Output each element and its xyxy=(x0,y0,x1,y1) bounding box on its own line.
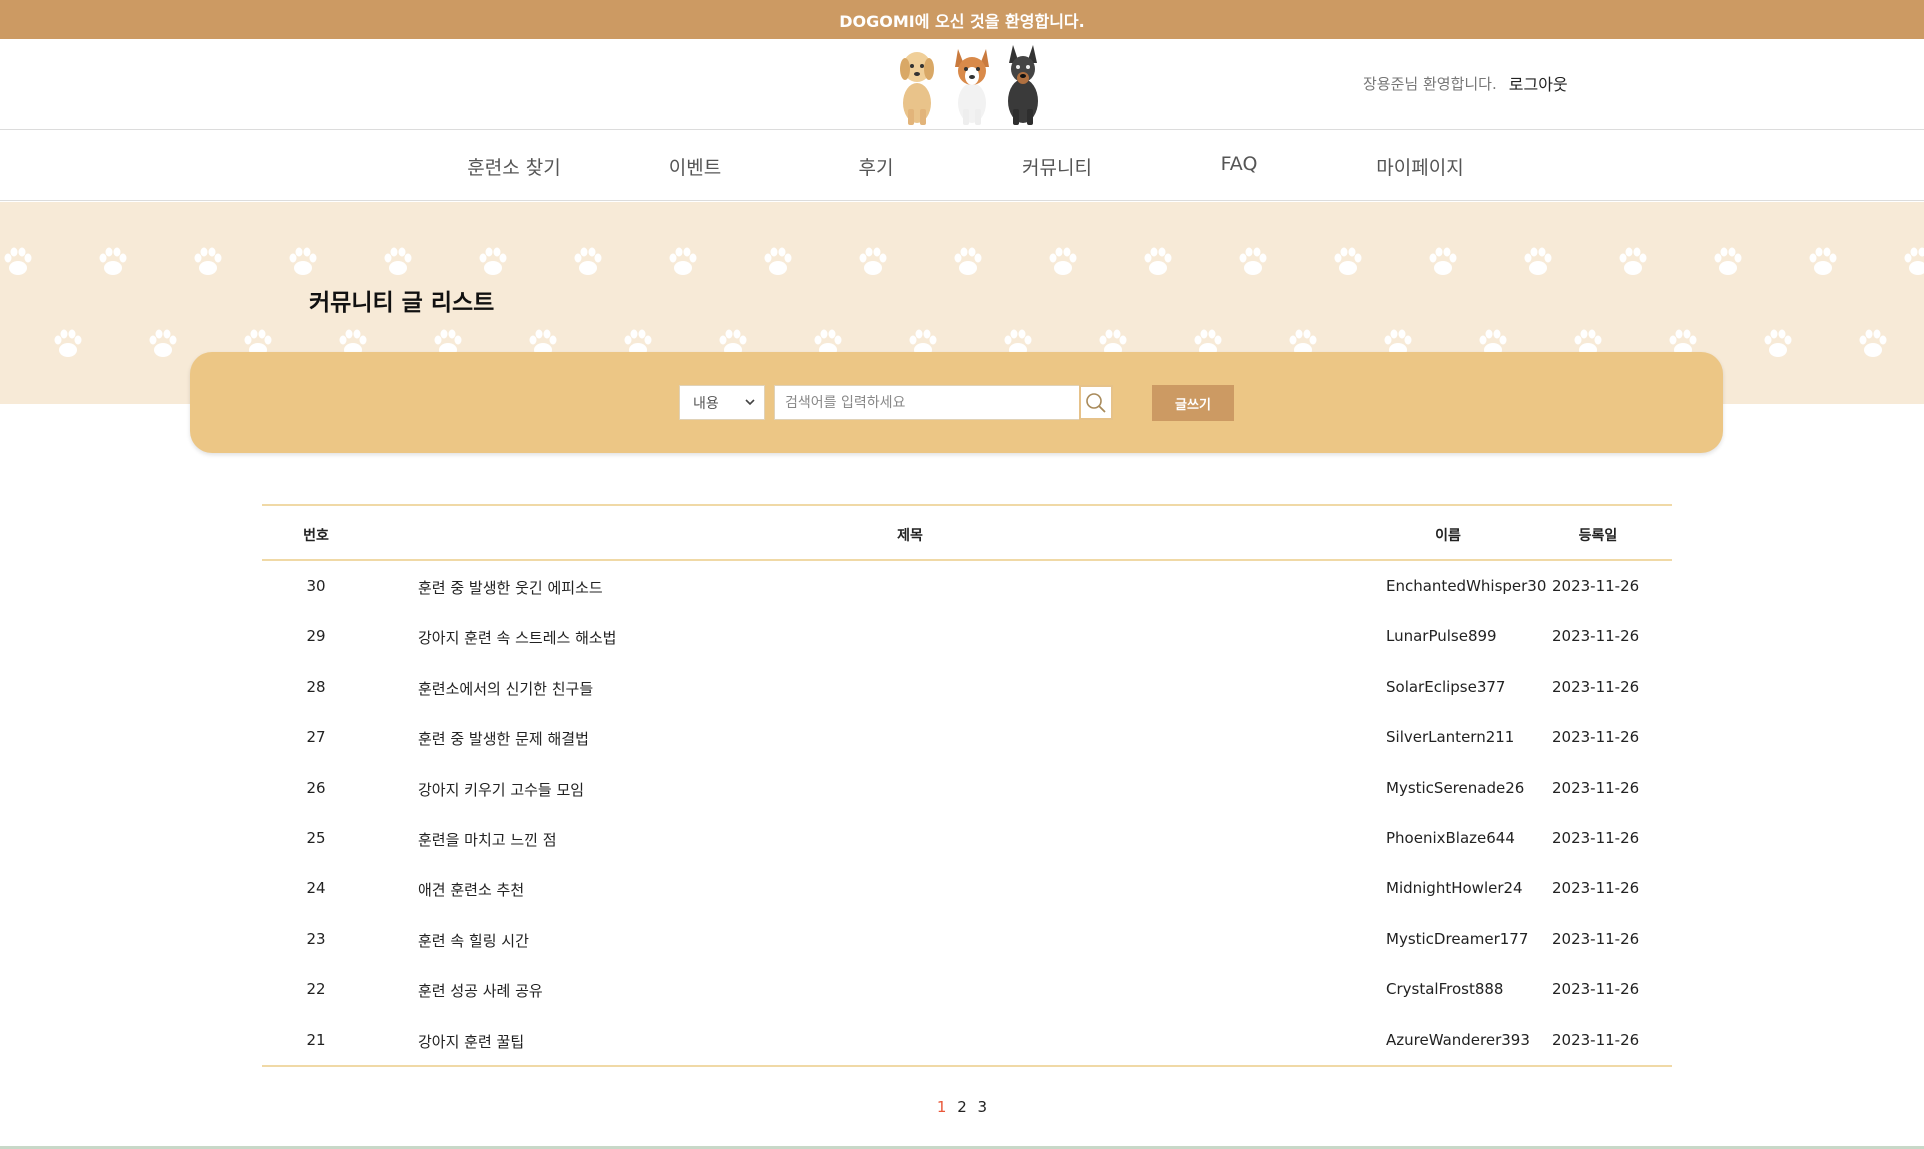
page-link-1[interactable]: 1 xyxy=(937,1098,947,1116)
dogomi-logo[interactable] xyxy=(895,45,1050,127)
table-row[interactable]: 22 훈련 성공 사례 공유 CrystalFrost888 2023-11-2… xyxy=(262,964,1672,1014)
post-number: 22 xyxy=(306,980,326,999)
post-title-link[interactable]: 훈련 중 발생한 웃긴 에피소드 xyxy=(418,577,603,598)
post-number: 30 xyxy=(306,577,326,595)
column-header-number: 번호 xyxy=(303,528,329,544)
table-row[interactable]: 27 훈련 중 발생한 문제 해결법 SilverLantern211 2023… xyxy=(262,712,1672,762)
chevron-down-icon xyxy=(745,399,755,406)
write-post-button[interactable]: 글쓰기 xyxy=(1152,385,1234,421)
table-row[interactable]: 24 애견 훈련소 추천 MidnightHowler24 2023-11-26 xyxy=(262,863,1672,913)
nav-item-mypage[interactable]: 마이페이지 xyxy=(1330,153,1510,180)
post-number: 26 xyxy=(306,778,326,797)
post-number: 27 xyxy=(306,728,326,747)
page-link-3[interactable]: 3 xyxy=(978,1098,988,1116)
post-title-link[interactable]: 강아지 키우기 고수들 모임 xyxy=(418,779,584,800)
table-row[interactable]: 30 훈련 중 발생한 웃긴 에피소드 EnchantedWhisper30 2… xyxy=(262,561,1672,611)
post-date: 2023-11-26 xyxy=(1552,627,1640,646)
post-title-link[interactable]: 훈련 성공 사례 공유 xyxy=(418,980,543,1001)
post-date: 2023-11-26 xyxy=(1552,828,1640,847)
corgi-dog-icon xyxy=(955,49,989,125)
post-author: EnchantedWhisper30 xyxy=(1386,577,1547,595)
post-number: 21 xyxy=(306,1030,326,1049)
post-date: 2023-11-26 xyxy=(1552,728,1640,747)
search-button[interactable] xyxy=(1079,385,1113,420)
nav-item-community[interactable]: 커뮤니티 xyxy=(967,153,1147,180)
column-header-title: 제목 xyxy=(897,528,923,544)
column-header-date: 등록일 xyxy=(1578,528,1618,544)
nav-item-events[interactable]: 이벤트 xyxy=(605,153,785,180)
post-author: MidnightHowler24 xyxy=(1386,879,1523,898)
post-author: PhoenixBlaze644 xyxy=(1386,828,1515,847)
logout-link[interactable]: 로그아웃 xyxy=(1509,71,1568,95)
post-title-link[interactable]: 훈련 중 발생한 문제 해결법 xyxy=(418,728,589,749)
dogs-logo-illustration xyxy=(900,45,1038,125)
nav-item-find-training-center[interactable]: 훈련소 찾기 xyxy=(424,153,604,180)
post-author: LunarPulse899 xyxy=(1386,627,1497,646)
welcome-text: DOGOMI에 오신 것을 환영합니다. xyxy=(839,11,1085,31)
post-title-link[interactable]: 강아지 훈련 꿀팁 xyxy=(418,1031,524,1052)
doberman-dog-icon xyxy=(1008,45,1038,125)
post-number: 29 xyxy=(306,627,326,646)
table-row[interactable]: 29 강아지 훈련 속 스트레스 해소법 LunarPulse899 2023-… xyxy=(262,611,1672,661)
post-date: 2023-11-26 xyxy=(1552,1030,1640,1049)
post-title-link[interactable]: 훈련을 마치고 느낀 점 xyxy=(418,829,557,850)
post-author: SolarEclipse377 xyxy=(1386,677,1506,696)
post-date: 2023-11-26 xyxy=(1552,677,1640,696)
search-input[interactable] xyxy=(774,385,1080,420)
user-area: 장용준님 환영합니다. 로그아웃 xyxy=(1363,71,1568,95)
post-date: 2023-11-26 xyxy=(1552,929,1640,948)
search-panel: 내용 글쓰기 xyxy=(190,352,1723,453)
search-type-value: 내용 xyxy=(693,395,719,412)
post-date: 2023-11-26 xyxy=(1552,577,1640,595)
table-row[interactable]: 21 강아지 훈련 꿀팁 AzureWanderer393 2023-11-26 xyxy=(262,1015,1672,1065)
post-number: 23 xyxy=(306,929,326,948)
user-greeting: 장용준님 환영합니다. xyxy=(1363,74,1497,93)
post-author: MysticDreamer177 xyxy=(1386,929,1529,948)
nav-item-faq[interactable]: FAQ xyxy=(1149,153,1329,175)
main-nav: 훈련소 찾기 이벤트 후기 커뮤니티 FAQ 마이페이지 xyxy=(0,131,1924,201)
post-title-link[interactable]: 훈련 속 힐링 시간 xyxy=(418,930,529,951)
post-author: MysticSerenade26 xyxy=(1386,778,1525,797)
nav-item-reviews[interactable]: 후기 xyxy=(786,153,966,180)
header: 장용준님 환영합니다. 로그아웃 xyxy=(0,39,1924,130)
search-icon xyxy=(1086,392,1106,413)
post-title-link[interactable]: 강아지 훈련 속 스트레스 해소법 xyxy=(418,627,616,648)
post-author: AzureWanderer393 xyxy=(1386,1030,1530,1049)
table-row[interactable]: 26 강아지 키우기 고수들 모임 MysticSerenade26 2023-… xyxy=(262,763,1672,813)
post-list-table: 번호 제목 이름 등록일 30 훈련 중 발생한 웃긴 에피소드 Enchant… xyxy=(262,504,1672,1067)
post-number: 28 xyxy=(306,677,326,696)
golden-dog-icon xyxy=(900,52,934,125)
column-header-name: 이름 xyxy=(1435,528,1461,544)
search-type-select[interactable]: 내용 xyxy=(679,385,765,420)
table-header: 번호 제목 이름 등록일 xyxy=(262,504,1672,561)
page-link-2[interactable]: 2 xyxy=(957,1098,967,1116)
pagination: 1 2 3 xyxy=(0,1098,1924,1116)
post-number: 25 xyxy=(306,828,326,847)
post-author: SilverLantern211 xyxy=(1386,728,1515,747)
post-date: 2023-11-26 xyxy=(1552,778,1640,797)
post-title-link[interactable]: 훈련소에서의 신기한 친구들 xyxy=(418,678,593,699)
post-number: 24 xyxy=(306,879,326,898)
table-bottom-border xyxy=(262,1064,1672,1067)
table-row[interactable]: 23 훈련 속 힐링 시간 MysticDreamer177 2023-11-2… xyxy=(262,914,1672,964)
table-row[interactable]: 25 훈련을 마치고 느낀 점 PhoenixBlaze644 2023-11-… xyxy=(262,813,1672,863)
post-date: 2023-11-26 xyxy=(1552,879,1640,898)
welcome-bar: DOGOMI에 오신 것을 환영합니다. xyxy=(0,0,1924,39)
post-author: CrystalFrost888 xyxy=(1386,980,1504,999)
post-date: 2023-11-26 xyxy=(1552,980,1640,999)
post-title-link[interactable]: 애견 훈련소 추천 xyxy=(418,879,524,900)
table-row[interactable]: 28 훈련소에서의 신기한 친구들 SolarEclipse377 2023-1… xyxy=(262,662,1672,712)
page-title: 커뮤니티 글 리스트 xyxy=(309,290,495,316)
